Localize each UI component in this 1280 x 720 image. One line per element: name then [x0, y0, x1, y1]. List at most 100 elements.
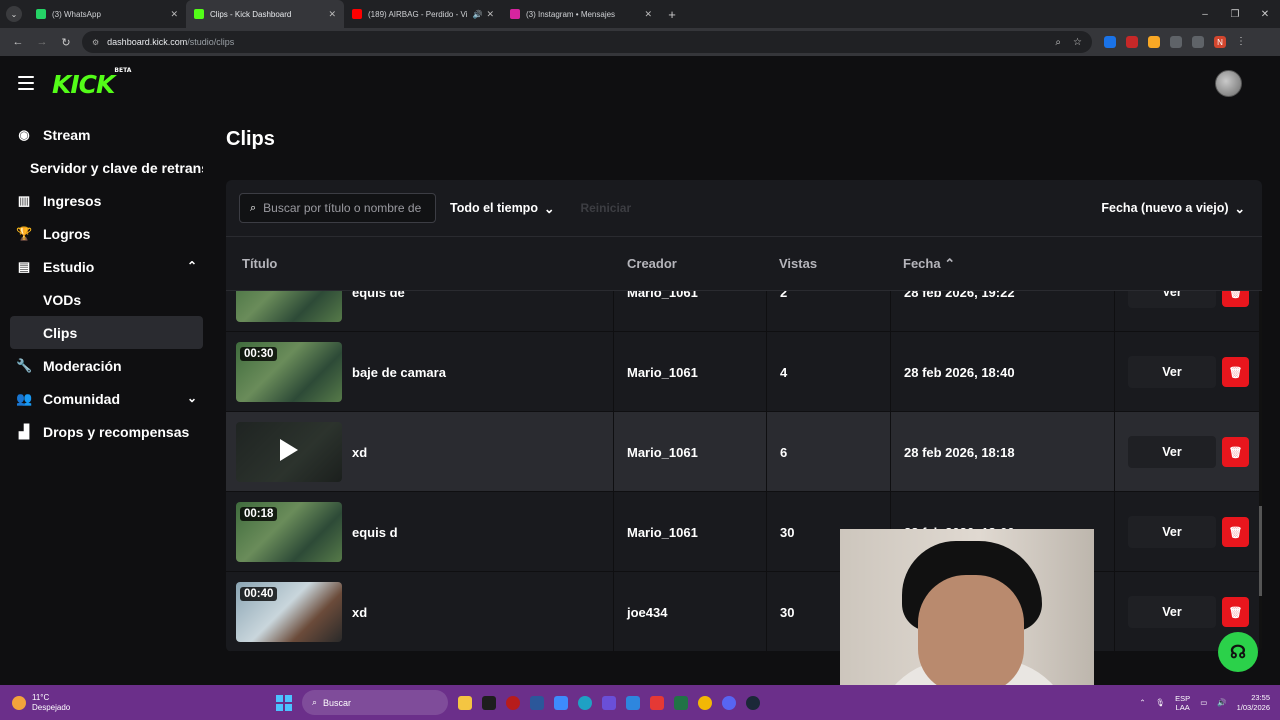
view-button[interactable]: Ver	[1128, 291, 1216, 308]
app-icon[interactable]	[506, 695, 520, 710]
table-row[interactable]: 00:30 baje de camara Mario_1061 4 28 feb 202…	[226, 332, 1259, 412]
view-button[interactable]: Ver	[1128, 516, 1216, 548]
minimize-icon[interactable]: –	[1190, 9, 1220, 20]
zoom-icon[interactable]: ⌕	[1055, 37, 1061, 48]
table-row[interactable]: 00:40 xd joe434 30 Ver 🗑	[226, 572, 1259, 652]
browser-tab[interactable]: Clips - Kick Dashboard ✕	[186, 0, 344, 28]
column-views[interactable]: Vistas	[779, 256, 817, 271]
browser-tab[interactable]: (3) Instagram • Mensajes ✕	[502, 0, 660, 28]
delete-button[interactable]: 🗑	[1222, 517, 1249, 547]
sidebar-item-moderacion[interactable]: 🔧 Moderación	[10, 349, 203, 382]
browser-tab[interactable]: (189) AIRBAG - Perdido - Vi 🔊 ✕	[344, 0, 502, 28]
clock[interactable]: 23:55 1/03/2026	[1237, 693, 1270, 713]
sidebar-item-comunidad[interactable]: 👥 Comunidad ⌄	[10, 382, 203, 415]
table-row[interactable]: 00:18equis dMario_10613028 feb 2026, 18:…	[226, 492, 1259, 572]
kebab-menu-icon[interactable]: ⋮	[1236, 36, 1248, 48]
tab-search-button[interactable]: ⌄	[0, 0, 28, 28]
extension-icon[interactable]	[1104, 36, 1116, 48]
sidebar: ◉ Stream Servidor y clave de retransm ▥ Ingr…	[10, 118, 203, 448]
time-range-dropdown[interactable]: Todo el tiempo ⌄	[450, 201, 554, 216]
word-icon[interactable]	[530, 695, 544, 710]
sidebar-item-vods[interactable]: VODs	[10, 283, 203, 316]
column-title[interactable]: Título	[242, 256, 277, 271]
kick-logo[interactable]: KICKBETA	[52, 67, 131, 99]
sort-dropdown[interactable]: Fecha (nuevo a viejo) ⌄	[1101, 201, 1249, 216]
sidebar-item-clips[interactable]: Clips	[10, 316, 203, 349]
clip-thumbnail[interactable]	[236, 291, 342, 322]
excel-icon[interactable]	[674, 695, 688, 710]
search-icon: ⌕	[250, 201, 257, 214]
sidebar-item-servidor[interactable]: Servidor y clave de retransm	[10, 151, 203, 184]
audio-playing-icon[interactable]: 🔊	[472, 10, 482, 19]
file-explorer-icon[interactable]	[458, 695, 472, 710]
weather-widget[interactable]: 11°C Despejado	[0, 693, 70, 713]
clip-thumbnail[interactable]	[236, 422, 342, 482]
taskbar-search[interactable]: ⌕ Buscar	[302, 690, 448, 715]
browser-tab[interactable]: (3) WhatsApp ✕	[28, 0, 186, 28]
new-tab-button[interactable]: +	[660, 7, 684, 22]
edge-icon[interactable]	[578, 695, 592, 710]
volume-icon[interactable]: 🔊	[1217, 698, 1226, 707]
tab-close-icon[interactable]: ✕	[486, 9, 494, 20]
column-creator[interactable]: Creador	[627, 256, 677, 271]
table-row[interactable]: equis de Mario_1061 2 28 feb 2026, 19:22 Ver…	[226, 291, 1259, 332]
back-icon[interactable]: ←	[6, 36, 30, 48]
app-icon[interactable]	[650, 695, 664, 710]
search-box[interactable]: ⌕	[239, 193, 436, 223]
search-input[interactable]	[263, 201, 424, 215]
puzzle-icon[interactable]	[1170, 36, 1182, 48]
sidebar-item-ingresos[interactable]: ▥ Ingresos	[10, 184, 203, 217]
view-button[interactable]: Ver	[1128, 356, 1216, 388]
sidebar-item-estudio[interactable]: ▤ Estudio ⌃	[10, 250, 203, 283]
clip-thumbnail[interactable]: 00:30	[236, 342, 342, 402]
play-icon[interactable]	[280, 439, 298, 461]
tab-title: (3) Instagram • Mensajes	[526, 9, 616, 19]
tab-close-icon[interactable]: ✕	[170, 9, 178, 20]
tab-close-icon[interactable]: ✕	[644, 9, 652, 20]
media-icon[interactable]	[1192, 36, 1204, 48]
view-button[interactable]: Ver	[1128, 436, 1216, 468]
forward-icon[interactable]: →	[30, 36, 54, 48]
app-icon[interactable]	[626, 695, 640, 710]
site-info-icon[interactable]: ⚙	[92, 38, 99, 47]
clip-thumbnail[interactable]: 00:40	[236, 582, 342, 642]
user-avatar[interactable]	[1215, 70, 1242, 97]
steam-icon[interactable]	[746, 695, 760, 710]
profile-avatar[interactable]: N	[1214, 36, 1226, 48]
close-icon[interactable]: ✕	[1250, 9, 1280, 20]
adblock-icon[interactable]	[1126, 36, 1138, 48]
language-indicator[interactable]: ESP LAA	[1175, 694, 1190, 712]
windows-start-icon[interactable]	[276, 694, 292, 711]
tab-close-icon[interactable]: ✕	[328, 9, 336, 20]
app-icon[interactable]	[482, 695, 496, 710]
reload-icon[interactable]: ↻	[54, 36, 78, 49]
sidebar-item-label: Logros	[43, 225, 91, 242]
app-icon[interactable]	[554, 695, 568, 710]
delete-button[interactable]: 🗑	[1222, 597, 1249, 627]
support-chat-button[interactable]: ☊	[1218, 632, 1258, 672]
sidebar-item-logros[interactable]: 🏆 Logros	[10, 217, 203, 250]
sidebar-item-drops[interactable]: ▟ Drops y recompensas	[10, 415, 203, 448]
scrollbar[interactable]	[1259, 291, 1262, 652]
chrome-icon[interactable]	[698, 695, 712, 710]
chevron-up-icon: ⌃	[186, 259, 197, 273]
column-date[interactable]: Fecha ⌃	[903, 256, 955, 272]
hamburger-menu-icon[interactable]	[18, 76, 34, 90]
app-icon[interactable]	[602, 695, 616, 710]
url-input[interactable]: ⚙ dashboard.kick.com/studio/clips ⌕ ☆	[82, 31, 1092, 53]
discord-icon[interactable]	[722, 695, 736, 710]
delete-button[interactable]: 🗑	[1222, 437, 1249, 467]
network-icon[interactable]: ▭	[1200, 698, 1207, 707]
maximize-icon[interactable]: ❐	[1220, 9, 1250, 20]
sidebar-item-stream[interactable]: ◉ Stream	[10, 118, 203, 151]
view-button[interactable]: Ver	[1128, 596, 1216, 628]
table-row[interactable]: xd Mario_1061 6 28 feb 2026, 18:18 Ver 🗑	[226, 412, 1259, 492]
drops-icon: ▟	[19, 423, 29, 439]
bookmark-star-icon[interactable]: ☆	[1073, 37, 1082, 48]
extension-icon[interactable]	[1148, 36, 1160, 48]
clip-thumbnail[interactable]: 00:18	[236, 502, 342, 562]
chevron-up-icon[interactable]: ⌃	[1139, 698, 1145, 707]
delete-button[interactable]: 🗑	[1222, 291, 1249, 307]
microphone-icon[interactable]: 🎙	[1156, 698, 1166, 707]
delete-button[interactable]: 🗑	[1222, 357, 1249, 387]
